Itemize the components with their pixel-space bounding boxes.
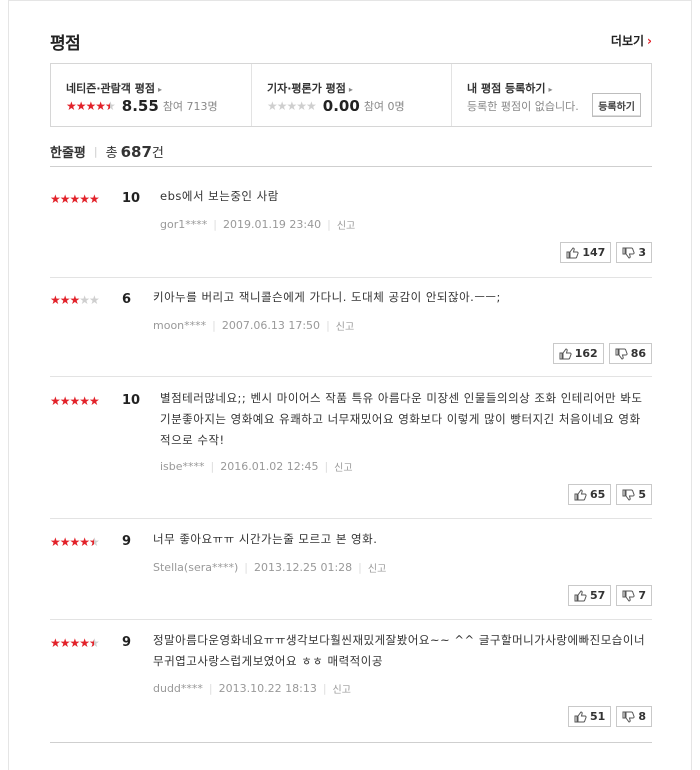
report-link[interactable]: 신고	[368, 560, 386, 575]
review-votes: 147 3	[560, 242, 652, 263]
thumbs-up-icon	[574, 488, 587, 500]
review-score: 6	[122, 292, 132, 307]
critic-rating-label: 기자·평론가 평점	[267, 82, 346, 95]
review-text: ebs에서 보는중인 사람	[160, 189, 279, 203]
review-score: 10	[122, 393, 141, 408]
review-meta: dudd**** | 2013.10.22 18:13 | 신고	[153, 681, 351, 696]
review-user[interactable]: Stella(sera****)	[153, 561, 238, 574]
review-meta: gor1**** | 2019.01.19 23:40 | 신고	[160, 217, 356, 232]
review-item: ★★★★★ 6 키아누를 버리고 잭니콜슨에게 가다니. 도대체 공감이 안되잖…	[50, 278, 652, 377]
report-link[interactable]: 신고	[334, 459, 352, 474]
review-votes: 51 8	[568, 706, 652, 727]
like-button[interactable]: 65	[568, 484, 612, 505]
critic-participants: 참여 0명	[363, 100, 405, 113]
review-text: 별점테러많네요;; 벤시 마이어스 작품 특유 아름다운 미장센 인물들의의상 …	[160, 391, 643, 447]
total-prefix: 총	[105, 146, 118, 161]
like-button[interactable]: 147	[560, 242, 612, 263]
review-date: 2016.01.02 12:45	[220, 460, 319, 473]
caret-right-icon: ▸	[348, 85, 353, 94]
review-text: 정말아름다운영화네요ㅠㅠ생각보다훨씬재밌게잘봤어요~~ ^^ 글구할머니가사랑에…	[153, 633, 646, 668]
dislike-button[interactable]: 3	[616, 242, 652, 263]
netizen-stars: ★★★★★★	[66, 99, 116, 113]
thumbs-down-icon	[615, 348, 628, 360]
chevron-right-icon: ›	[647, 34, 652, 48]
report-link[interactable]: 신고	[336, 318, 354, 333]
caret-right-icon: ▸	[157, 85, 162, 94]
review-item: ★★★★★★ 9 너무 좋아요ㅠㅠ 시간가는줄 모르고 본 영화. Stella…	[50, 519, 652, 620]
dislike-button[interactable]: 7	[616, 585, 652, 606]
review-stars: ★★★★★	[50, 192, 100, 206]
more-link[interactable]: 더보기 ›	[611, 32, 652, 49]
my-rating: 내 평점 등록하기 ▸ 등록한 평점이 없습니다. 등록하기	[451, 64, 651, 126]
rating-summary: 네티즌·관람객 평점▸ ★★★★★★ 8.55 참여 713명 기자·평론가 평…	[50, 63, 652, 127]
divider: |	[93, 145, 98, 158]
review-date: 2019.01.19 23:40	[222, 218, 322, 231]
review-item: ★★★★★★ 9 정말아름다운영화네요ㅠㅠ생각보다훨씬재밌게잘봤어요~~ ^^ …	[50, 620, 652, 743]
register-rating-button[interactable]: 등록하기	[592, 93, 641, 117]
review-user[interactable]: moon****	[153, 319, 206, 332]
my-rating-empty-text: 등록한 평점이 없습니다.	[467, 100, 579, 113]
review-meta: isbe**** | 2016.01.02 12:45 | 신고	[160, 459, 353, 474]
review-stars: ★★★★★★	[50, 535, 100, 549]
review-votes: 162 86	[552, 343, 652, 364]
like-button[interactable]: 162	[552, 343, 604, 364]
thumbs-up-icon	[566, 246, 579, 258]
thumbs-up-icon	[574, 710, 587, 722]
review-meta: moon**** | 2007.06.13 17:50 | 신고	[153, 318, 355, 333]
review-date: 2013.10.22 18:13	[218, 682, 317, 695]
review-stars: ★★★★★	[50, 394, 100, 408]
netizen-score: 8.55	[121, 97, 159, 115]
dislike-button[interactable]: 5	[616, 484, 652, 505]
thumbs-down-icon	[622, 590, 635, 602]
section-title: 평점	[50, 34, 81, 54]
review-score: 10	[122, 191, 141, 206]
review-meta: Stella(sera****) | 2013.12.25 01:28 | 신고	[153, 560, 387, 575]
netizen-rating: 네티즌·관람객 평점▸ ★★★★★★ 8.55 참여 713명	[51, 64, 251, 126]
thumbs-up-icon	[559, 347, 572, 359]
review-stars: ★★★★★	[50, 293, 100, 307]
caret-right-icon: ▸	[548, 85, 553, 94]
my-rating-label: 내 평점 등록하기	[467, 82, 546, 95]
thumbs-down-icon	[622, 247, 635, 259]
netizen-participants: 참여 713명	[162, 100, 218, 113]
thumbs-down-icon	[622, 711, 635, 723]
like-button[interactable]: 51	[568, 706, 612, 727]
review-score: 9	[122, 635, 132, 650]
total-suffix: 건	[151, 146, 164, 161]
netizen-rating-link[interactable]: 네티즌·관람객 평점 ▸	[66, 80, 162, 96]
more-label: 더보기	[610, 34, 645, 48]
line-review-label: 한줄평	[50, 146, 86, 161]
review-text: 너무 좋아요ㅠㅠ 시간가는줄 모르고 본 영화.	[153, 532, 378, 546]
review-user[interactable]: isbe****	[160, 460, 205, 473]
dislike-button[interactable]: 86	[608, 343, 652, 364]
my-rating-link[interactable]: 내 평점 등록하기 ▸	[467, 80, 553, 96]
review-votes: 57 7	[568, 585, 652, 606]
review-user[interactable]: gor1****	[160, 218, 207, 231]
review-votes: 65 5	[568, 484, 652, 505]
line-review-header: 한줄평 | 총 687 건	[50, 142, 164, 162]
review-score: 9	[122, 534, 132, 549]
review-text: 키아누를 버리고 잭니콜슨에게 가다니. 도대체 공감이 안되잖아.ㅡㅡ;	[153, 290, 501, 304]
review-user[interactable]: dudd****	[153, 682, 203, 695]
review-date: 2013.12.25 01:28	[253, 561, 353, 574]
total-count: 687	[120, 142, 152, 161]
critic-score: 0.00	[322, 97, 360, 115]
report-link[interactable]: 신고	[333, 681, 351, 696]
dislike-button[interactable]: 8	[616, 706, 652, 727]
review-date: 2007.06.13 17:50	[221, 319, 321, 332]
critic-rating: 기자·평론가 평점 ▸ ★★★★★ 0.00 참여 0명	[251, 64, 451, 126]
review-stars: ★★★★★★	[50, 636, 100, 650]
thumbs-up-icon	[574, 589, 587, 601]
thumbs-down-icon	[622, 489, 635, 501]
netizen-rating-label: 네티즌·관람객 평점	[66, 82, 155, 95]
report-link[interactable]: 신고	[337, 217, 355, 232]
critic-rating-link[interactable]: 기자·평론가 평점 ▸	[267, 80, 353, 96]
review-item: ★★★★★ 10 ebs에서 보는중인 사람 gor1**** | 2019.01…	[50, 167, 652, 278]
like-button[interactable]: 57	[568, 585, 612, 606]
critic-stars: ★★★★★	[267, 99, 317, 113]
review-item: ★★★★★ 10 별점테러많네요;; 벤시 마이어스 작품 특유 아름다운 미장…	[50, 377, 652, 519]
